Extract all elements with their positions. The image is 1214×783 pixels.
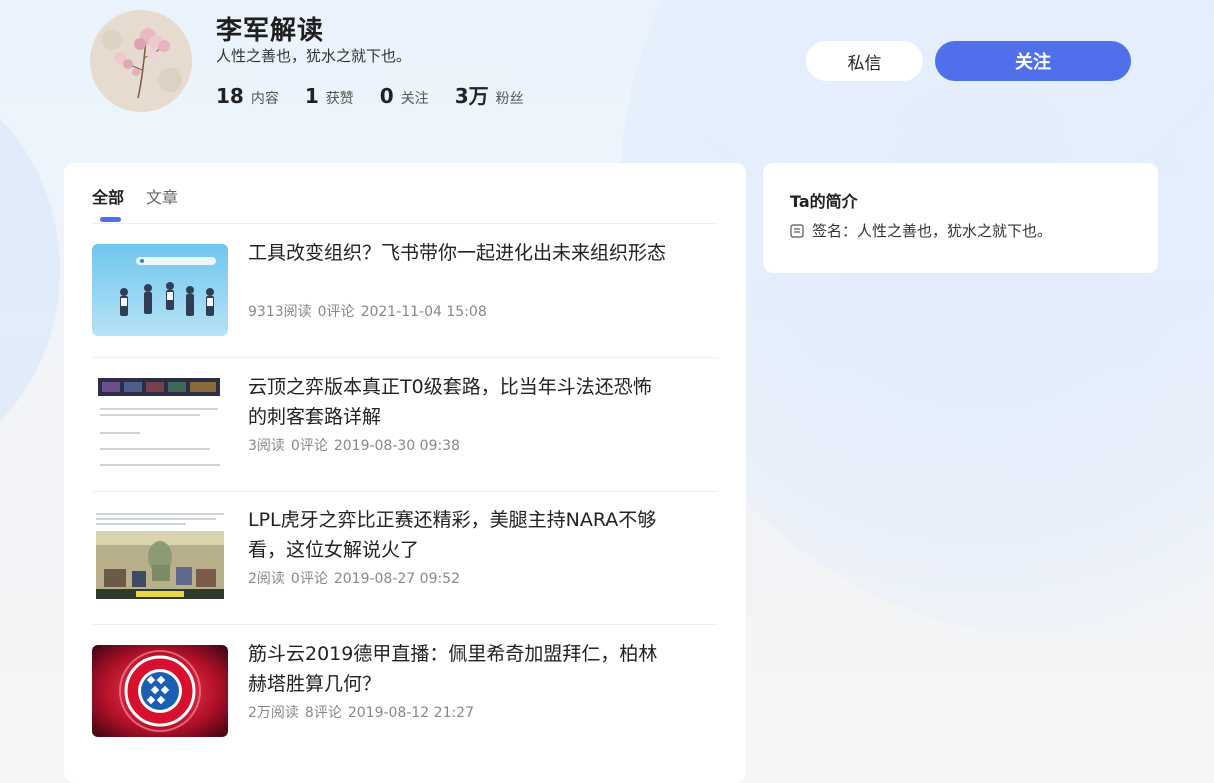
- stat-label: 粉丝: [495, 91, 524, 107]
- studio-broadcast-image: [92, 511, 228, 603]
- profile-name: 李军解读: [216, 16, 325, 46]
- article-reads: 3阅读: [248, 438, 285, 454]
- article-meta: 2阅读 0评论 2019-08-27 09:52: [248, 568, 466, 588]
- stat-label: 内容: [250, 91, 279, 107]
- article-reads: 2万阅读: [248, 705, 299, 721]
- article-thumbnail[interactable]: [92, 378, 228, 470]
- article-title[interactable]: 筋斗云2019德甲直播：佩里希奇加盟拜仁，柏林赫塔胜算几何？: [248, 639, 668, 699]
- profile-stats: 18 内容 1 获赞 0 关注 3万 粉丝: [216, 80, 550, 109]
- stat-number: 18: [216, 84, 244, 108]
- article-date: 2019-08-12 21:27: [347, 705, 475, 721]
- article-date: 2019-08-27 09:52: [333, 571, 461, 587]
- profile-motto: 人性之善也，犹水之就下也。: [216, 47, 412, 65]
- people-jumping-image: [92, 244, 228, 336]
- article-date: 2019-08-30 09:38: [333, 438, 461, 454]
- stat-fans[interactable]: 3万 粉丝: [455, 80, 524, 109]
- stat-number: 0: [379, 84, 394, 108]
- article-item[interactable]: LPL虎牙之弈比正赛还精彩，美腿主持NARA不够看，这位女解说火了 2阅读 0评论…: [92, 491, 718, 625]
- game-screenshot-text-image: [92, 378, 228, 470]
- stat-number: 3万: [454, 84, 489, 108]
- intro-card: Ta的简介 签名：人性之善也，犹水之就下也。: [763, 163, 1158, 273]
- article-meta: 9313阅读 0评论 2021-11-04 15:08: [248, 301, 493, 321]
- stat-content[interactable]: 18 内容: [216, 84, 279, 108]
- article-comments: 8评论: [304, 705, 342, 721]
- article-comments: 0评论: [290, 571, 328, 587]
- background-circle: [0, 60, 60, 480]
- tab-all[interactable]: 全部: [92, 184, 124, 208]
- intro-title: Ta的简介: [790, 192, 858, 211]
- document-icon: [790, 223, 804, 238]
- article-meta: 2万阅读 8评论 2019-08-12 21:27: [248, 702, 480, 722]
- stat-label: 获赞: [325, 91, 354, 107]
- message-button[interactable]: 私信: [806, 41, 923, 81]
- article-item[interactable]: 筋斗云2019德甲直播：佩里希奇加盟拜仁，柏林赫塔胜算几何？ 2万阅读 8评论 20…: [92, 625, 718, 759]
- article-title[interactable]: LPL虎牙之弈比正赛还精彩，美腿主持NARA不够看，这位女解说火了: [248, 505, 668, 565]
- article-comments: 0评论: [290, 438, 328, 454]
- tab-articles[interactable]: 文章: [146, 184, 178, 208]
- article-title[interactable]: 工具改变组织？飞书带你一起进化出未来组织形态: [248, 238, 668, 268]
- intro-sign: 签名：人性之善也，犹水之就下也。: [790, 220, 1052, 241]
- stat-label: 关注: [400, 91, 429, 107]
- tab-bar: 全部 文章: [92, 184, 200, 208]
- article-thumbnail[interactable]: [92, 645, 228, 737]
- article-reads: 2阅读: [248, 571, 285, 587]
- article-comments: 0评论: [317, 304, 355, 320]
- article-date: 2021-11-04 15:08: [360, 304, 487, 320]
- stat-likes: 1 获赞: [305, 84, 354, 108]
- article-thumbnail[interactable]: [92, 244, 228, 336]
- article-item[interactable]: 云顶之弈版本真正T0级套路，比当年斗法还恐怖的刺客套路详解 3阅读 0评论 2019…: [92, 358, 718, 492]
- active-tab-indicator: [100, 217, 121, 222]
- stat-following[interactable]: 0 关注: [380, 84, 429, 108]
- article-meta: 3阅读 0评论 2019-08-30 09:38: [248, 435, 466, 455]
- intro-sign-text: 签名：人性之善也，犹水之就下也。: [812, 222, 1053, 240]
- flower-avatar-image: [90, 10, 192, 112]
- fc-bayern-logo-image: [92, 645, 228, 737]
- follow-button[interactable]: 关注: [935, 41, 1131, 81]
- article-title[interactable]: 云顶之弈版本真正T0级套路，比当年斗法还恐怖的刺客套路详解: [248, 372, 668, 432]
- article-item[interactable]: 工具改变组织？飞书带你一起进化出未来组织形态 9313阅读 0评论 2021-11-…: [92, 224, 718, 358]
- article-reads: 9313阅读: [248, 304, 312, 320]
- avatar[interactable]: [90, 10, 192, 112]
- stat-number: 1: [304, 84, 319, 108]
- article-thumbnail[interactable]: [92, 511, 228, 603]
